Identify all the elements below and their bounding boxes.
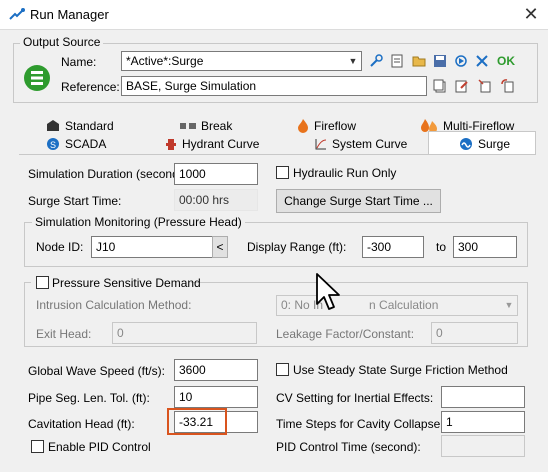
cavitation-head-label: Cavitation Head (ft): bbox=[28, 417, 135, 431]
tab-standard-label: Standard bbox=[65, 119, 114, 133]
tab-surge[interactable]: Surge bbox=[428, 131, 536, 155]
edit-icon[interactable] bbox=[454, 78, 470, 94]
reference-label: Reference: bbox=[61, 80, 120, 94]
tab-break[interactable]: Break bbox=[180, 116, 232, 136]
exit-head-field[interactable]: 0 bbox=[112, 322, 257, 344]
pressure-sensitive-demand-checkbox[interactable] bbox=[36, 276, 49, 289]
intrusion-method-label: Intrusion Calculation Method: bbox=[36, 298, 192, 312]
refresh-icon[interactable] bbox=[500, 78, 516, 94]
to-label: to bbox=[436, 240, 447, 254]
tab-system-curve[interactable]: System Curve bbox=[315, 134, 407, 154]
pid-time-label: PID Control Time (second): bbox=[276, 440, 421, 454]
tab-hydrant-curve-label: Hydrant Curve bbox=[182, 137, 260, 151]
node-id-field[interactable]: J10 bbox=[91, 236, 213, 258]
tab-surge-label: Surge bbox=[478, 136, 511, 151]
name-label: Name: bbox=[61, 55, 97, 69]
tab-hydrant-curve[interactable]: Hydrant Curve bbox=[165, 134, 259, 154]
display-range-from-field[interactable]: -300 bbox=[362, 236, 424, 258]
chevron-down-icon: ▼ bbox=[348, 56, 358, 66]
node-id-label: Node ID: bbox=[36, 240, 84, 254]
wrench-icon[interactable] bbox=[368, 53, 384, 69]
intrusion-method-select[interactable]: 0: No In n Calculation ▼ bbox=[276, 295, 518, 316]
tab-scada[interactable]: S SCADA bbox=[46, 134, 106, 154]
wave-speed-label: Global Wave Speed (ft/s): bbox=[28, 364, 165, 378]
tab-fireflow[interactable]: Fireflow bbox=[297, 116, 356, 136]
tab-break-label: Break bbox=[201, 119, 233, 133]
simulation-duration-field[interactable]: 1000 bbox=[174, 163, 258, 185]
ok-button[interactable]: OK bbox=[497, 54, 515, 68]
scenario-name-value: *Active*:Surge bbox=[126, 54, 204, 68]
simulation-duration-value: 1000 bbox=[179, 167, 206, 181]
hydraulic-run-only-label: Hydraulic Run Only bbox=[293, 166, 397, 180]
intrusion-method-value-tail: n Calculation bbox=[369, 298, 439, 312]
save-icon[interactable] bbox=[432, 53, 448, 69]
exit-head-label: Exit Head: bbox=[36, 327, 92, 341]
output-source-title: Output Source bbox=[20, 35, 104, 49]
hydrant-icon bbox=[166, 139, 176, 150]
pipe-seg-field[interactable]: 10 bbox=[174, 386, 258, 408]
time-steps-label: Time Steps for Cavity Collapse: bbox=[276, 417, 444, 431]
time-steps-field[interactable]: 1 bbox=[441, 411, 525, 433]
reference-field[interactable]: BASE, Surge Simulation bbox=[121, 76, 427, 96]
hydraulic-run-only-checkbox[interactable] bbox=[276, 166, 289, 179]
pipe-seg-label: Pipe Seg. Len. Tol. (ft): bbox=[28, 391, 150, 405]
surge-start-value: 00:00 hrs bbox=[179, 193, 230, 207]
tab-standard[interactable]: Standard bbox=[46, 116, 114, 136]
simulation-duration-label: Simulation Duration (second): bbox=[28, 167, 187, 181]
surge-start-field: 00:00 hrs bbox=[174, 189, 258, 211]
window-title: Run Manager bbox=[30, 7, 109, 22]
system-curve-icon bbox=[315, 139, 327, 150]
pipe-seg-value: 10 bbox=[179, 390, 193, 404]
tab-fireflow-label: Fireflow bbox=[314, 119, 357, 133]
tab-scada-label: SCADA bbox=[65, 137, 107, 151]
surge-icon bbox=[460, 137, 472, 150]
display-range-to-field[interactable]: 300 bbox=[453, 236, 517, 258]
pipe-break-icon bbox=[180, 123, 196, 129]
leakage-factor-field[interactable]: 0 bbox=[431, 322, 518, 344]
wave-speed-value: 3600 bbox=[179, 363, 206, 377]
time-steps-value: 1 bbox=[446, 415, 453, 429]
scenario-name-select[interactable]: *Active*:Surge ▼ bbox=[121, 51, 362, 71]
tab-system-curve-label: System Curve bbox=[332, 137, 408, 151]
flame-icon bbox=[298, 119, 308, 133]
pressure-sensitive-demand-label: Pressure Sensitive Demand bbox=[52, 276, 201, 290]
surge-start-label: Surge Start Time: bbox=[28, 194, 122, 208]
display-range-from-value: -300 bbox=[367, 240, 392, 254]
enable-pid-checkbox[interactable] bbox=[31, 440, 44, 453]
leakage-factor-value: 0 bbox=[436, 326, 443, 340]
run-icon[interactable] bbox=[453, 53, 469, 69]
display-range-label: Display Range (ft): bbox=[247, 240, 347, 254]
node-id-value: J10 bbox=[96, 240, 116, 254]
cv-setting-label: CV Setting for Inertial Effects: bbox=[276, 391, 434, 405]
scada-icon: S bbox=[47, 138, 59, 150]
scenario-icon bbox=[24, 65, 50, 91]
wave-speed-field[interactable]: 3600 bbox=[174, 359, 258, 381]
title-bar: Run Manager ✕ bbox=[0, 0, 548, 30]
run-manager-icon bbox=[9, 8, 25, 20]
svg-text:S: S bbox=[50, 140, 56, 150]
pid-time-field[interactable] bbox=[441, 435, 525, 457]
folder-icon[interactable] bbox=[411, 53, 427, 69]
node-select-button[interactable]: < bbox=[212, 236, 228, 258]
settings-icon[interactable] bbox=[474, 53, 490, 69]
close-button[interactable]: ✕ bbox=[518, 3, 544, 27]
chevron-down-icon: ▼ bbox=[504, 300, 514, 310]
steady-friction-label: Use Steady State Surge Friction Method bbox=[293, 363, 508, 377]
exit-head-value: 0 bbox=[117, 326, 124, 340]
reference-value: BASE, Surge Simulation bbox=[126, 79, 257, 93]
display-range-to-value: 300 bbox=[458, 240, 479, 254]
reset-icon[interactable] bbox=[477, 78, 493, 94]
copy-icon[interactable] bbox=[432, 78, 448, 94]
standard-icon bbox=[47, 120, 59, 131]
highlight-box bbox=[167, 408, 227, 435]
leakage-factor-label: Leakage Factor/Constant: bbox=[276, 327, 415, 341]
steady-friction-checkbox[interactable] bbox=[276, 363, 289, 376]
report-icon[interactable] bbox=[389, 53, 405, 69]
mouse-cursor-icon bbox=[316, 273, 340, 310]
cv-setting-field[interactable] bbox=[441, 386, 525, 408]
change-surge-start-button[interactable]: Change Surge Start Time ... bbox=[276, 189, 441, 213]
enable-pid-label: Enable PID Control bbox=[48, 440, 151, 454]
simulation-monitoring-title: Simulation Monitoring (Pressure Head) bbox=[32, 215, 245, 229]
